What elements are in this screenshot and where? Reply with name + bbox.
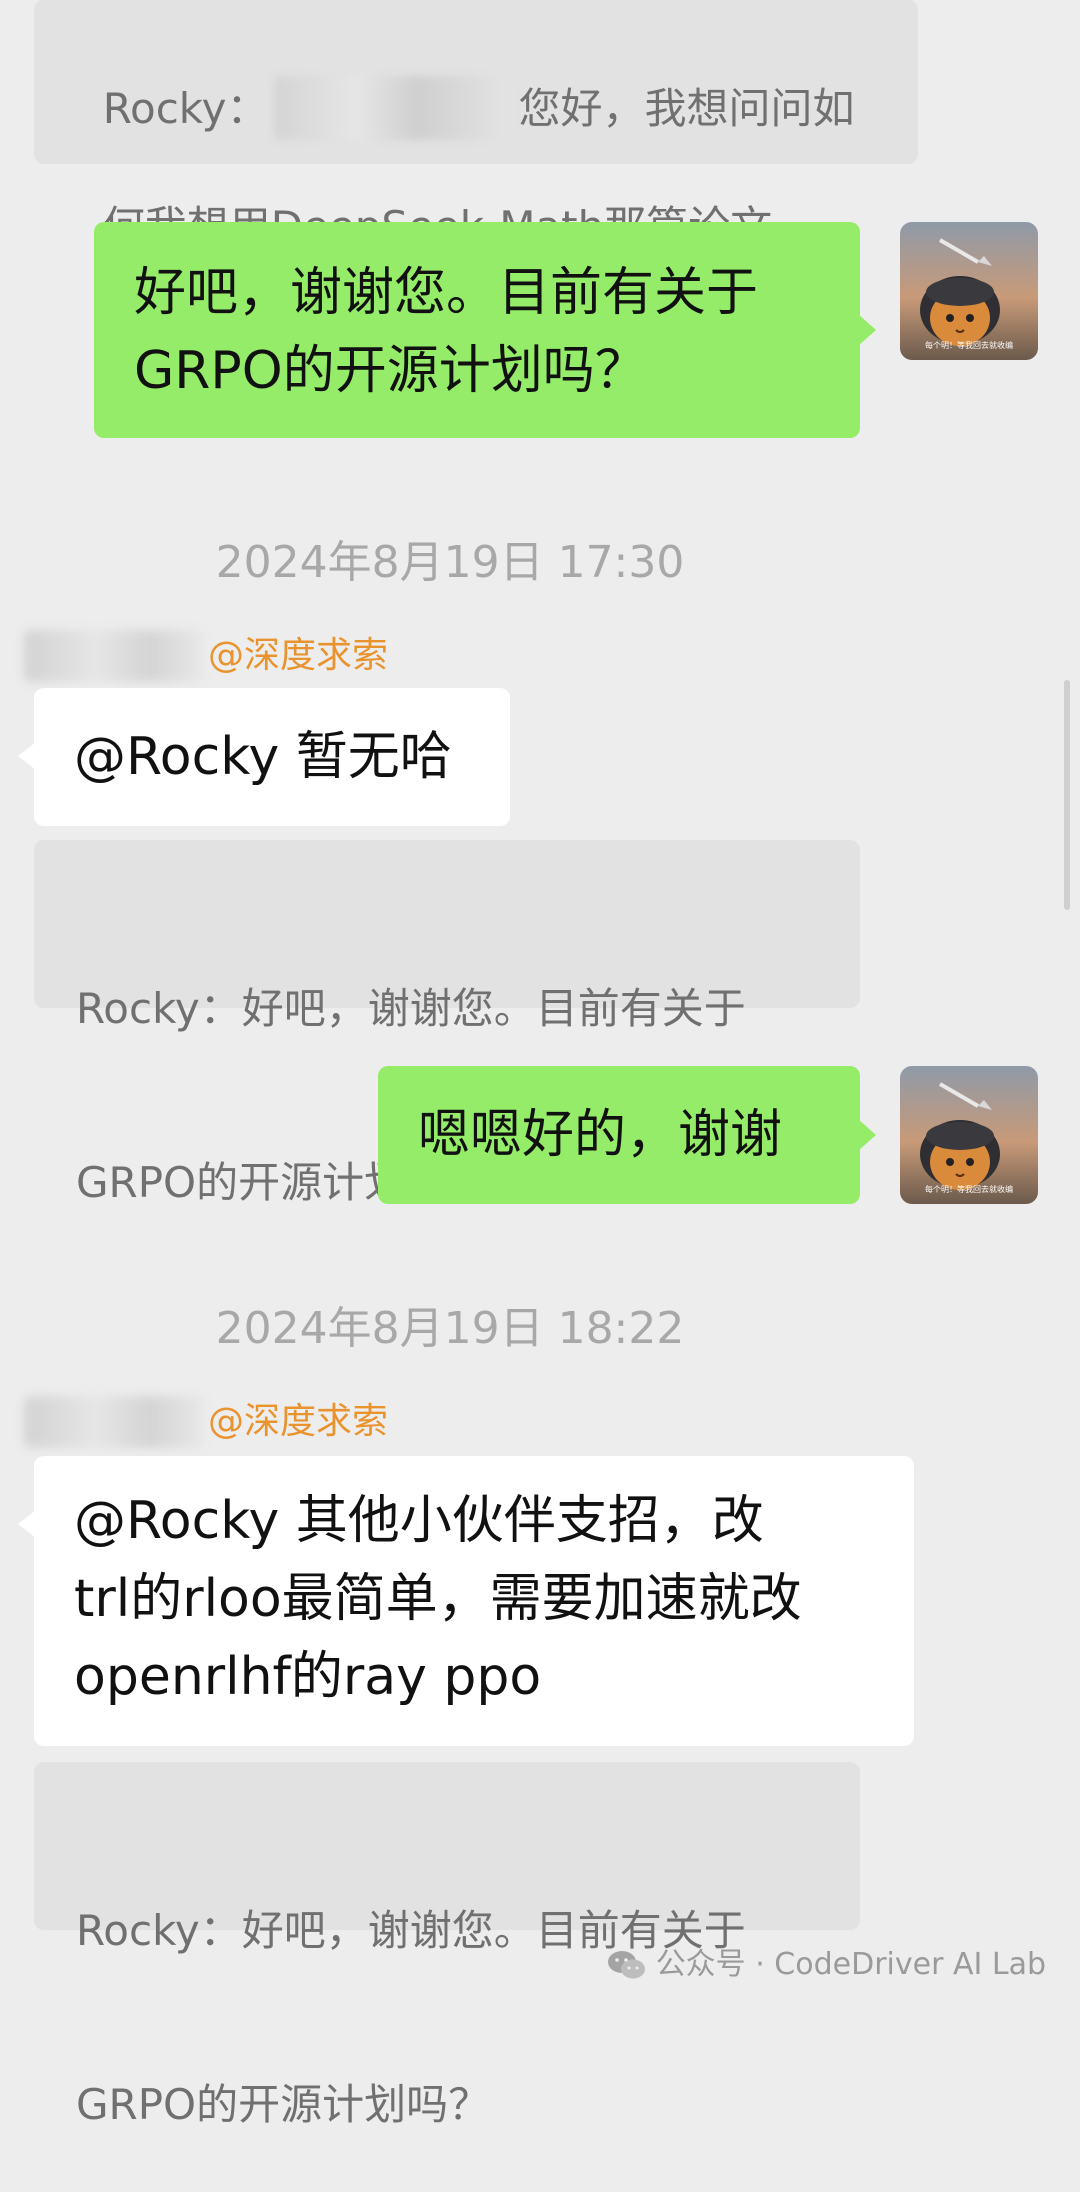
avatar-caption: 每个明！等我回去就收编: [925, 1184, 1013, 1194]
sender-group-name: @深度求索: [208, 1401, 389, 1442]
user-avatar[interactable]: 每个明！等我回去就收编: [900, 222, 1038, 360]
message-text: @Rocky 暂无哈: [74, 727, 452, 787]
message-line: GRPO的开源计划吗？: [134, 341, 647, 401]
timestamp: 2024年8月19日 18:22: [215, 1303, 685, 1354]
message-line: trl的rloo最简单，需要加速就改: [74, 1569, 802, 1629]
outgoing-message[interactable]: 嗯嗯好的，谢谢: [378, 1066, 876, 1204]
quoted-message[interactable]: Rocky：好吧，谢谢您。目前有关于 GRPO的开源计划吗？: [34, 840, 860, 1207]
watermark: 公众号 · CodeDriver AI Lab: [606, 1943, 1046, 1987]
avatar-caption: 每个明！等我回去就收编: [925, 340, 1013, 350]
sender-label[interactable]: @深度求索: [24, 1392, 388, 1450]
timestamp: 2024年8月19日 17:30: [215, 537, 685, 588]
sender-label[interactable]: @深度求索: [24, 626, 388, 684]
user-avatar[interactable]: 每个明！等我回去就收编: [900, 1066, 1038, 1204]
wechat-icon: [607, 1951, 645, 1979]
quote-line: GRPO的开源计划吗？: [76, 2080, 491, 2129]
outgoing-message[interactable]: 好吧，谢谢您。目前有关于 GRPO的开源计划吗？: [94, 222, 876, 438]
incoming-message[interactable]: @Rocky 暂无哈: [18, 688, 510, 826]
redacted-sender-name: [24, 630, 204, 682]
message-line: 好吧，谢谢您。目前有关于: [134, 263, 759, 323]
quoted-message[interactable]: Rocky：好吧，谢谢您。目前有关于 GRPO的开源计划吗？: [34, 1762, 860, 2129]
message-text: 嗯嗯好的，谢谢: [418, 1105, 783, 1165]
redacted-sender-name: [24, 1396, 204, 1448]
quote-line: Rocky：好吧，谢谢您。目前有关于: [76, 984, 746, 1033]
redacted-name: [274, 75, 513, 140]
message-line: @Rocky 其他小伙伴支招，改: [74, 1491, 764, 1551]
message-line: openrlhf的ray ppo: [74, 1647, 542, 1707]
sender-group-name: @深度求索: [208, 635, 389, 676]
scrollbar[interactable]: [1064, 680, 1070, 910]
incoming-message[interactable]: @Rocky 其他小伙伴支招，改 trl的rloo最简单，需要加速就改 open…: [18, 1456, 914, 1746]
cat-pilot-avatar-image: 每个明！等我回去就收编: [900, 1066, 1038, 1204]
quote-suffix: 您好，我想问问如: [518, 84, 855, 133]
quoted-message-top[interactable]: Rocky：您好，我想问问如 何我想用DeepSeek-Math那篇论文...: [34, 0, 918, 251]
cat-pilot-avatar-image: 每个明！等我回去就收编: [900, 222, 1038, 360]
watermark-text: 公众号 · CodeDriver AI Lab: [655, 1947, 1046, 1982]
quote-prefix: Rocky：: [102, 84, 269, 133]
